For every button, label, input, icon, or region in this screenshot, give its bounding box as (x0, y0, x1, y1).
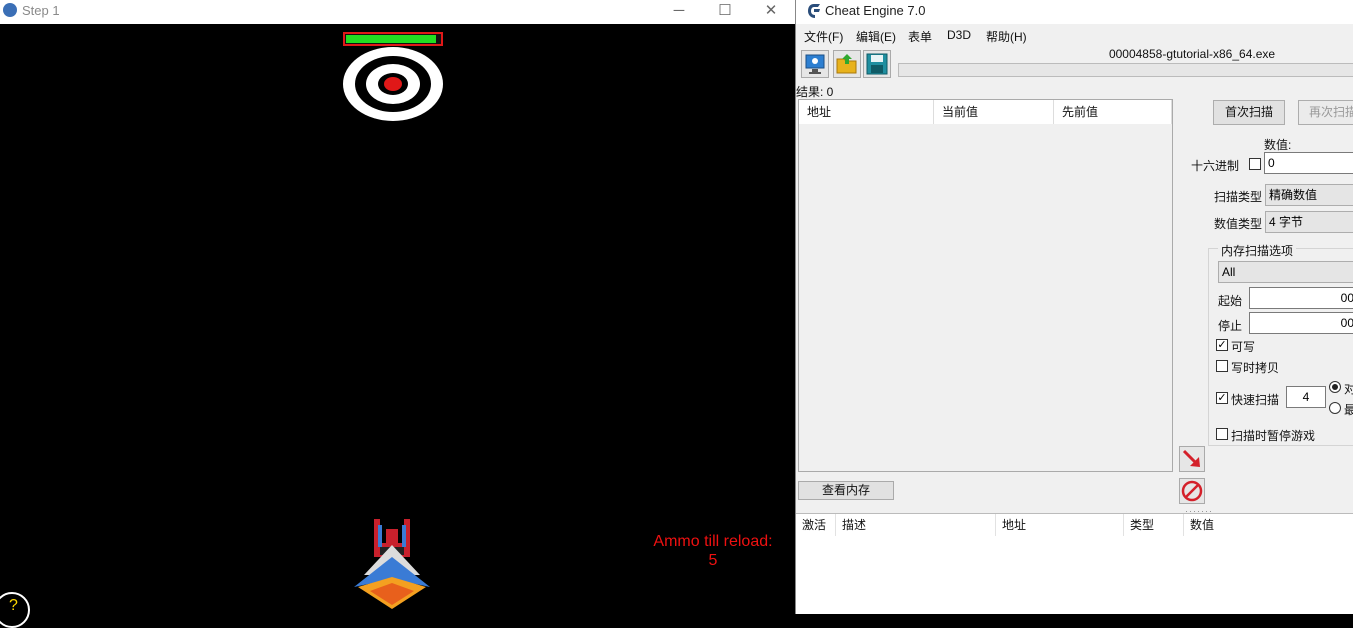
save-icon[interactable] (863, 50, 891, 78)
stop-address-label: 停止 (1218, 319, 1243, 333)
copy-on-write-label: 写时拷贝 (1231, 361, 1280, 375)
pause-game-label: 扫描时暂停游戏 (1231, 429, 1316, 443)
writable-label: 可写 (1231, 340, 1256, 354)
menu-file[interactable]: 文件(F) (804, 28, 843, 45)
alignment-radio-label: 对 (1344, 382, 1353, 396)
memory-region-select[interactable]: All (1218, 261, 1353, 283)
ammo-count: 5 (708, 552, 718, 569)
player-ship-icon[interactable] (350, 517, 434, 610)
start-address-label: 起始 (1218, 294, 1243, 308)
cheat-engine-window: Cheat Engine 7.0 文件(F) 编辑(E) 表单 D3D 帮助(H… (795, 0, 1353, 614)
open-folder-icon[interactable] (833, 50, 861, 78)
cheat-engine-icon (808, 4, 820, 18)
game-titlebar[interactable]: Step 1 ─ ☐ ✕ (0, 0, 795, 24)
column-header-description[interactable]: 描述 (836, 514, 996, 536)
fast-scan-alignment-input[interactable]: 4 (1286, 386, 1326, 408)
column-header-type[interactable]: 类型 (1124, 514, 1184, 536)
process-select-icon[interactable] (801, 50, 829, 78)
fast-scan-label: 快速扫描 (1231, 393, 1280, 407)
minimize-button[interactable]: ─ (656, 0, 702, 24)
memory-scan-options-label: 内存扫描选项 (1218, 242, 1297, 259)
last-digits-radio[interactable] (1329, 402, 1341, 414)
results-count: 结果: 0 (796, 85, 834, 99)
stop-scan-icon[interactable] (1179, 478, 1205, 504)
ce-menubar: 文件(F) 编辑(E) 表单 D3D 帮助(H) (796, 24, 1353, 46)
scan-type-select[interactable]: 精确数值 (1265, 184, 1353, 206)
column-header-active[interactable]: 激活 (796, 514, 836, 536)
hex-checkbox[interactable] (1249, 158, 1261, 170)
scan-results-list[interactable]: 地址 当前值 先前值 (798, 99, 1173, 472)
scan-value-input[interactable]: 0 (1264, 152, 1353, 174)
game-window-title: Step 1 (22, 3, 60, 18)
value-type-select[interactable]: 4 字节 (1265, 211, 1353, 233)
enemy-health-fill (346, 35, 436, 43)
start-address-input[interactable]: 00 (1249, 287, 1353, 309)
ammo-label: Ammo till reload: (653, 533, 773, 550)
view-memory-button[interactable]: 查看内存 (798, 481, 894, 500)
column-header-value[interactable]: 数值 (1184, 514, 1353, 536)
menu-edit[interactable]: 编辑(E) (856, 28, 896, 45)
first-scan-button[interactable]: 首次扫描 (1213, 100, 1285, 125)
add-to-list-arrow-icon[interactable] (1179, 446, 1205, 472)
close-button[interactable]: ✕ (748, 0, 794, 24)
ce-window-title: Cheat Engine 7.0 (825, 3, 926, 18)
column-header-address[interactable]: 地址 (996, 514, 1124, 536)
maximize-button[interactable]: ☐ (702, 0, 748, 24)
scan-type-label: 扫描类型 (1214, 190, 1263, 204)
alignment-radio[interactable] (1329, 381, 1341, 393)
menu-table[interactable]: 表单 (908, 28, 932, 45)
column-header-address[interactable]: 地址 (799, 100, 934, 124)
address-list[interactable]: 激活 描述 地址 类型 数值 (796, 514, 1353, 614)
column-header-current-value[interactable]: 当前值 (934, 100, 1054, 124)
fast-scan-checkbox[interactable]: ✓ (1216, 392, 1228, 404)
value-type-label: 数值类型 (1214, 217, 1263, 231)
process-name: 00004858-gtutorial-x86_64.exe (1108, 47, 1276, 61)
game-app-icon (3, 3, 17, 17)
column-header-previous-value[interactable]: 先前值 (1054, 100, 1172, 124)
writable-checkbox[interactable]: ✓ (1216, 339, 1228, 351)
stop-address-input[interactable]: 00 (1249, 312, 1353, 334)
help-icon[interactable]: ? (0, 592, 30, 628)
menu-help[interactable]: 帮助(H) (986, 28, 1027, 45)
menu-d3d[interactable]: D3D (947, 28, 971, 42)
enemy-health-bar (343, 32, 443, 46)
last-digits-radio-label: 最 (1344, 403, 1353, 417)
pause-game-checkbox[interactable] (1216, 428, 1228, 440)
scan-progress-bar (898, 63, 1353, 77)
value-label: 数值: (1264, 138, 1292, 152)
hex-label: 十六进制 (1191, 159, 1240, 173)
copy-on-write-checkbox[interactable] (1216, 360, 1228, 372)
ce-titlebar[interactable]: Cheat Engine 7.0 (796, 0, 1353, 24)
game-window: Step 1 ─ ☐ ✕ Ammo till reload: 5 ? (0, 0, 795, 628)
next-scan-button[interactable]: 再次扫描 (1298, 100, 1353, 125)
target-icon (343, 47, 443, 121)
